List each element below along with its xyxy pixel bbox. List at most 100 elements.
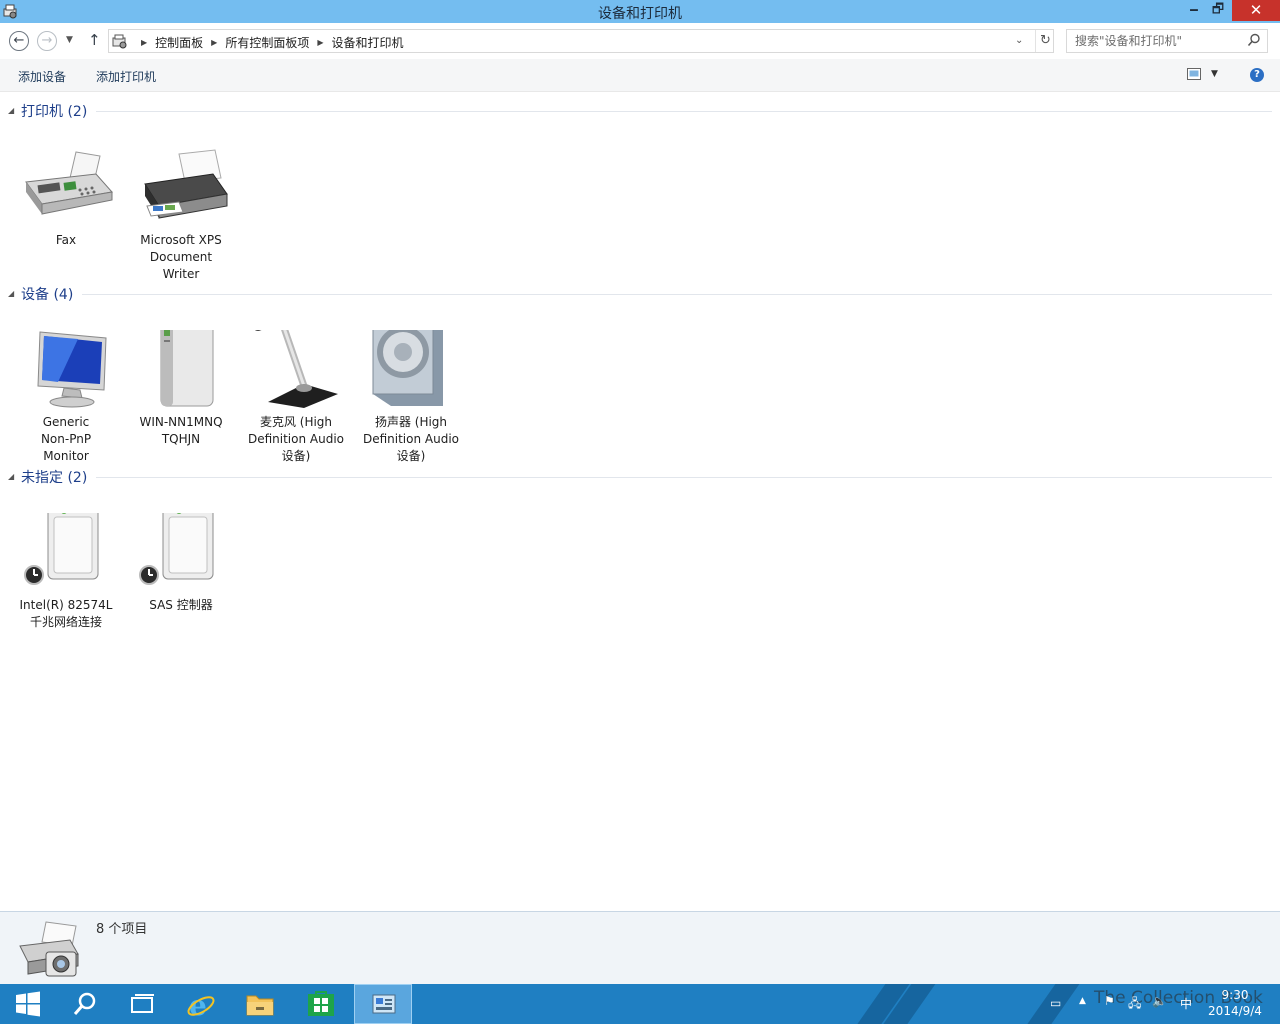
monitor-icon xyxy=(37,331,107,408)
collapse-triangle-icon[interactable]: ◢ xyxy=(8,106,14,115)
group-header-devices[interactable]: ◢ 设备 (4) xyxy=(0,284,1280,304)
microphone-icon xyxy=(252,330,338,408)
taskbar-clock[interactable]: 9:30 2014/9/4 xyxy=(1200,987,1270,1019)
breadcrumb: ▶ 控制面板 ▶ 所有控制面板项 ▶ 设备和打印机 xyxy=(133,34,404,51)
device-item-intel-network[interactable]: Intel(R) 82574L 千兆网络连接 xyxy=(11,513,121,631)
file-explorer-button[interactable] xyxy=(231,984,287,1024)
chevron-right-icon[interactable]: ▶ xyxy=(141,38,147,47)
change-view-icon[interactable] xyxy=(1187,68,1201,80)
device-label-line: SAS 控制器 xyxy=(149,598,213,612)
folder-icon xyxy=(246,995,274,1016)
recent-locations-dropdown[interactable]: ▼ xyxy=(66,35,73,45)
speaker-icon xyxy=(372,330,443,406)
device-label-line: 麦克风 (High xyxy=(259,415,333,429)
clock-time: 9:30 xyxy=(1221,988,1249,1002)
restore-button[interactable]: 🗗 xyxy=(1204,0,1232,21)
store-button[interactable] xyxy=(292,984,348,1024)
notification-center-icon[interactable]: ▭ xyxy=(1050,996,1061,1024)
collapse-triangle-icon[interactable]: ◢ xyxy=(8,472,14,481)
device-item-microphone[interactable]: 麦克风 (High Definition Audio 设备) xyxy=(241,330,351,465)
up-button[interactable]: ↑ xyxy=(88,31,101,49)
device-label-line: Definition Audio xyxy=(247,432,345,446)
device-label-line: Generic xyxy=(42,415,90,429)
device-item-sas-controller[interactable]: SAS 控制器 xyxy=(126,513,236,614)
group-header-printers[interactable]: ◢ 打印机 (2) xyxy=(0,101,1280,121)
device-label: Microsoft XPS Document Writer xyxy=(126,232,236,283)
store-icon xyxy=(308,991,334,1016)
windows-logo-icon xyxy=(16,991,40,1017)
search-icon[interactable] xyxy=(1247,33,1261,47)
device-label: WIN-NN1MNQ TQHJN xyxy=(126,414,236,448)
group-divider xyxy=(82,294,1272,295)
close-icon: ✕ xyxy=(1249,1,1263,19)
device-label: 扬声器 (High Definition Audio 设备) xyxy=(356,414,466,465)
device-label: 麦克风 (High Definition Audio 设备) xyxy=(241,414,351,465)
task-view-button[interactable] xyxy=(114,984,170,1024)
start-button[interactable] xyxy=(0,984,56,1024)
chevron-right-icon[interactable]: ▶ xyxy=(211,38,217,47)
search-taskbar-button[interactable] xyxy=(57,984,113,1024)
device-label-line: TQHJN xyxy=(161,432,201,446)
window-title: 设备和打印机 xyxy=(598,6,682,22)
device-label-line: Non-PnP xyxy=(40,432,92,446)
chevron-right-icon[interactable]: ▶ xyxy=(317,38,323,47)
device-unspecified-icon xyxy=(139,513,214,585)
view-options-dropdown[interactable]: ▼ xyxy=(1211,69,1218,79)
details-pane: 8 个项目 xyxy=(0,911,1280,984)
title-bar: 设备和打印机 🗕 🗗 ✕ xyxy=(0,0,1280,23)
arrow-left-icon: ← xyxy=(13,33,25,48)
group-divider xyxy=(96,111,1272,112)
printer-icon xyxy=(144,149,228,219)
devices-printers-app-icon xyxy=(372,994,396,1014)
device-item-microsoft-xps-document-writer[interactable]: Microsoft XPS Document Writer xyxy=(126,148,236,283)
collapse-triangle-icon[interactable]: ◢ xyxy=(8,289,14,298)
device-label: Fax xyxy=(11,232,121,249)
search-box[interactable] xyxy=(1066,29,1268,53)
breadcrumb-all-control-panel-items[interactable]: 所有控制面板项 xyxy=(225,34,309,51)
device-item-fax[interactable]: Fax xyxy=(11,148,121,249)
device-item-generic-monitor[interactable]: Generic Non-PnP Monitor xyxy=(11,330,121,465)
device-label-line: 设备) xyxy=(396,449,426,463)
refresh-icon: ↻ xyxy=(1040,33,1051,48)
arrow-up-icon: ↑ xyxy=(88,31,101,49)
close-button[interactable]: ✕ xyxy=(1232,0,1280,21)
group-label: 设备 (4) xyxy=(21,287,74,303)
address-bar[interactable]: ▶ 控制面板 ▶ 所有控制面板项 ▶ 设备和打印机 ⌄ ↻ xyxy=(108,29,1054,53)
device-label-line: Document xyxy=(149,250,213,264)
task-view-icon xyxy=(131,994,154,1013)
device-item-speaker[interactable]: 扬声器 (High Definition Audio 设备) xyxy=(356,330,466,465)
volume-icon[interactable]: 🔈 xyxy=(1152,994,1167,1024)
restore-icon: 🗗 xyxy=(1211,2,1225,17)
device-label-line: WIN-NN1MNQ xyxy=(139,415,223,429)
device-label-line: 扬声器 (High xyxy=(374,415,448,429)
forward-button[interactable]: → xyxy=(37,31,57,51)
add-device-button[interactable]: 添加设备 xyxy=(18,68,66,85)
add-printer-button[interactable]: 添加打印机 xyxy=(96,68,156,85)
device-unspecified-icon xyxy=(24,513,99,585)
input-method-indicator[interactable]: 中 xyxy=(1180,995,1192,1024)
chevron-down-icon: ⌄ xyxy=(1015,35,1024,46)
refresh-button[interactable]: ↻ xyxy=(1035,30,1055,52)
show-hidden-icons-button[interactable]: ▲ xyxy=(1079,996,1086,1024)
breadcrumb-devices-and-printers[interactable]: 设备和打印机 xyxy=(332,34,404,51)
search-input[interactable] xyxy=(1075,31,1245,51)
action-center-flag-icon[interactable]: ⚑ xyxy=(1104,994,1115,1024)
device-label: Generic Non-PnP Monitor xyxy=(11,414,121,465)
group-header-unspecified[interactable]: ◢ 未指定 (2) xyxy=(0,467,1280,487)
internet-explorer-button[interactable]: e xyxy=(172,984,228,1024)
back-button[interactable]: ← xyxy=(9,31,29,51)
minimize-icon: 🗕 xyxy=(1189,2,1199,17)
item-count: 8 个项目 xyxy=(96,922,148,937)
address-history-dropdown[interactable]: ⌄ xyxy=(1015,35,1023,46)
device-item-computer[interactable]: WIN-NN1MNQ TQHJN xyxy=(126,330,236,448)
help-button[interactable]: ? xyxy=(1250,68,1264,82)
device-label-line: 设备) xyxy=(281,449,311,463)
network-icon[interactable]: 🖧 xyxy=(1128,994,1141,1024)
control-panel-taskbar-button[interactable] xyxy=(354,984,412,1024)
internet-explorer-icon: e xyxy=(187,990,215,1020)
control-panel-icon xyxy=(112,34,127,49)
group-label: 未指定 (2) xyxy=(21,470,88,486)
breadcrumb-control-panel[interactable]: 控制面板 xyxy=(155,34,203,51)
computer-icon xyxy=(160,330,214,407)
device-label-line: Monitor xyxy=(43,449,89,463)
